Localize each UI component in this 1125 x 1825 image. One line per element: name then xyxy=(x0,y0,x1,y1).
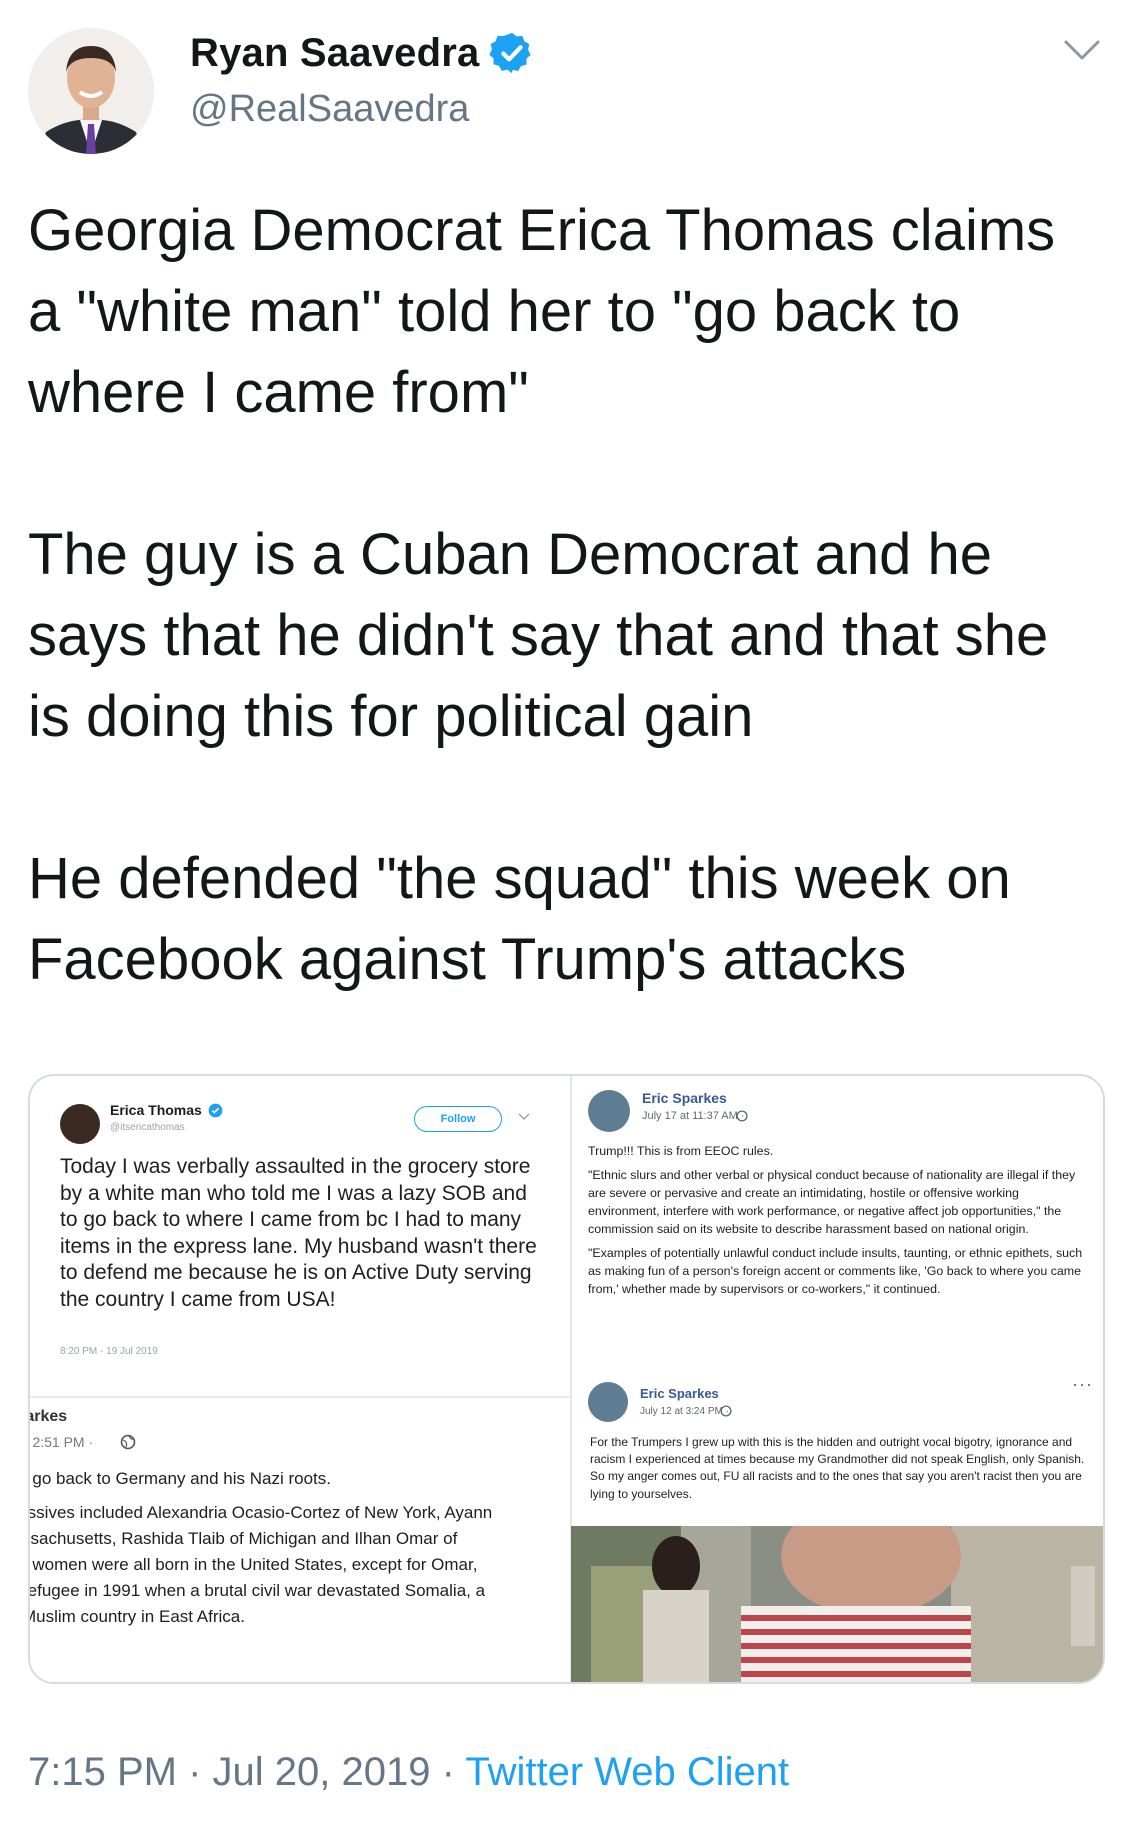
tweet-media-image[interactable]: Erica Thomas @itsericathomas Follow Toda… xyxy=(28,1074,1105,1684)
cropped-post-text: › go back to Germany and his Nazi roots.… xyxy=(28,1466,570,1630)
eric-avatar xyxy=(588,1090,630,1132)
eric-name: Eric Sparkes xyxy=(640,1386,719,1401)
tweet-paragraph: The guy is a Cuban Democrat and he says … xyxy=(28,522,1049,749)
tweet-date[interactable]: Jul 20, 2019 xyxy=(213,1750,431,1794)
tweet-paragraph: Georgia Democrat Erica Thomas claims a "… xyxy=(28,198,1056,425)
author-name-row[interactable]: Ryan Saavedra xyxy=(190,30,535,76)
cropped-post-time: ›t 2:51 PM · xyxy=(30,1434,94,1450)
eric-post-time: July 12 at 3:24 PM · xyxy=(640,1406,729,1417)
author-name[interactable]: Ryan Saavedra xyxy=(190,31,479,76)
erica-timestamp: 8:20 PM - 19 Jul 2019 xyxy=(60,1346,158,1357)
cropped-post-line: refugee in 1991 when a brutal civil war … xyxy=(28,1581,486,1600)
more-options-icon: ··· xyxy=(1072,1374,1093,1394)
cropped-post-line: › go back to Germany and his Nazi roots. xyxy=(28,1469,331,1488)
media-divider xyxy=(30,1396,570,1398)
eeoc-post-text: Trump!!! This is from EEOC rules. "Ethni… xyxy=(588,1142,1088,1304)
cropped-post-line: ssachusetts, Rashida Tlaib of Michigan a… xyxy=(28,1529,458,1548)
eeoc-post-paragraph: "Examples of potentially unlawful conduc… xyxy=(588,1246,1083,1296)
verified-badge-icon xyxy=(208,1103,223,1118)
eeoc-post-paragraph: Trump!!! This is from EEOC rules. xyxy=(588,1144,774,1158)
eeoc-post-paragraph: "Ethnic slurs and other verbal or physic… xyxy=(588,1168,1076,1236)
globe-icon xyxy=(120,1434,136,1450)
cropped-post-name: ›arkes xyxy=(30,1408,68,1425)
separator: · xyxy=(441,1750,455,1794)
trumpers-post-text: For the Trumpers I grew up with this is … xyxy=(590,1435,1085,1501)
video-still-photo xyxy=(571,1526,1103,1682)
eric-avatar xyxy=(588,1382,628,1422)
globe-icon xyxy=(736,1110,748,1122)
chevron-down-icon xyxy=(518,1113,530,1121)
author-avatar[interactable] xyxy=(28,28,154,154)
verified-badge-icon xyxy=(489,32,532,74)
author-handle[interactable]: @RealSaavedra xyxy=(190,88,469,131)
erica-handle: @itsericathomas xyxy=(110,1122,185,1133)
cropped-post-line: ›ssives included Alexandria Ocasio-Corte… xyxy=(28,1503,493,1522)
tweet-time[interactable]: 7:15 PM xyxy=(28,1750,177,1794)
cropped-post-line: Muslim country in East Africa. xyxy=(28,1607,245,1626)
erica-tweet-text: Today I was verbally assaulted in the gr… xyxy=(60,1155,537,1311)
cropped-post-line: › women were all born in the United Stat… xyxy=(28,1555,478,1574)
eric-post-time: July 17 at 11:37 AM · xyxy=(642,1110,745,1122)
tweet-client-link[interactable]: Twitter Web Client xyxy=(465,1750,789,1794)
tweet-footer: 7:15 PM · Jul 20, 2019 · Twitter Web Cli… xyxy=(28,1750,789,1795)
erica-name: Erica Thomas xyxy=(110,1102,202,1118)
tweet-paragraph: He defended "the squad" this week on Fac… xyxy=(28,846,1011,992)
erica-avatar xyxy=(60,1104,100,1144)
follow-button: Follow xyxy=(414,1106,502,1132)
eric-name: Eric Sparkes xyxy=(642,1090,727,1106)
separator: · xyxy=(188,1750,202,1794)
tweet-text: Georgia Democrat Erica Thomas claims a "… xyxy=(28,190,1098,1000)
chevron-down-icon[interactable] xyxy=(1060,32,1104,68)
globe-icon xyxy=(720,1405,732,1417)
